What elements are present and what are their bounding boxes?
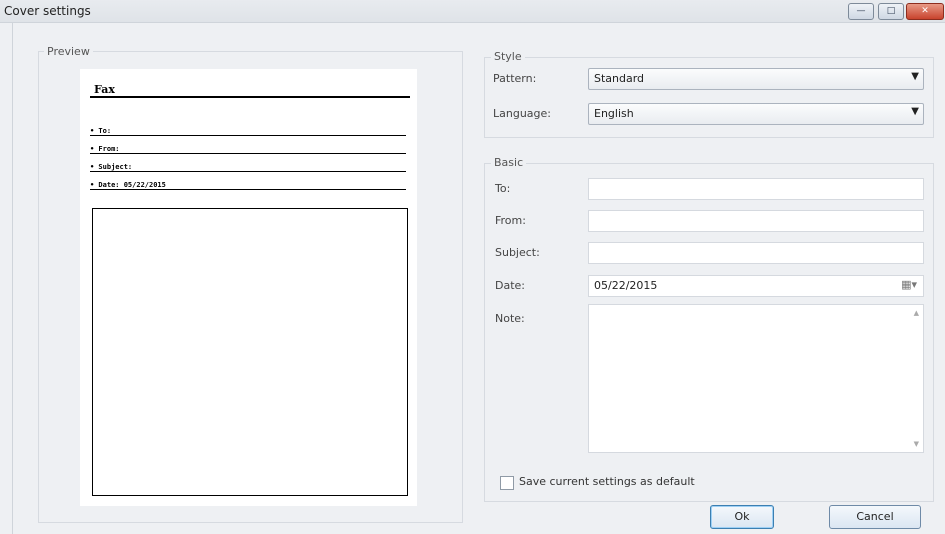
close-button[interactable]: ✕ — [906, 3, 944, 20]
title-bar: Cover settings — □ ✕ — [0, 0, 945, 23]
pattern-dropdown[interactable]: Standard ▼ — [588, 68, 924, 90]
note-label: Note: — [495, 312, 525, 325]
cancel-button[interactable]: Cancel — [829, 505, 921, 529]
preview-line-subject — [90, 161, 406, 172]
preview-doc-title: Fax — [94, 83, 115, 96]
preview-line-from — [90, 143, 406, 154]
preview-field-to: • To: — [90, 127, 112, 135]
fax-preview-page: Fax • To: • From: • Subject: • Date: 05/… — [80, 69, 417, 506]
save-default-label[interactable]: Save current settings as default — [519, 475, 695, 488]
language-value: English — [594, 107, 634, 120]
scroll-up-icon[interactable]: ▲ — [914, 309, 919, 317]
scroll-down-icon[interactable]: ▼ — [914, 440, 919, 448]
window-title: Cover settings — [4, 4, 91, 18]
preview-group-label: Preview — [44, 45, 93, 58]
from-field[interactable] — [588, 210, 924, 232]
date-value: 05/22/2015 — [594, 279, 658, 292]
note-textarea[interactable]: ▲ ▼ — [588, 304, 924, 453]
to-label: To: — [495, 182, 511, 195]
basic-group-label: Basic — [491, 156, 527, 169]
maximize-button[interactable]: □ — [878, 3, 904, 20]
pattern-value: Standard — [594, 72, 645, 85]
save-default-checkbox[interactable] — [500, 476, 514, 490]
language-dropdown[interactable]: English ▼ — [588, 103, 924, 125]
minimize-button[interactable]: — — [848, 3, 874, 20]
calendar-icon[interactable]: ▦▾ — [901, 278, 917, 291]
pattern-label: Pattern: — [493, 72, 537, 85]
preview-field-subject: • Subject: — [90, 163, 133, 171]
preview-title-rule — [90, 96, 410, 98]
from-label: From: — [495, 214, 526, 227]
date-picker[interactable]: 05/22/2015 ▦▾ — [588, 275, 924, 297]
to-field[interactable] — [588, 178, 924, 200]
preview-field-date: • Date: 05/22/2015 — [90, 181, 166, 189]
date-label: Date: — [495, 279, 525, 292]
preview-note-box — [92, 208, 408, 496]
chevron-down-icon: ▼ — [911, 106, 919, 117]
language-label: Language: — [493, 107, 551, 120]
ok-button[interactable]: Ok — [710, 505, 774, 529]
subject-field[interactable] — [588, 242, 924, 264]
preview-field-from: • From: — [90, 145, 120, 153]
style-group-label: Style — [491, 50, 525, 63]
window-left-border — [12, 23, 13, 534]
subject-label: Subject: — [495, 246, 540, 259]
preview-line-to — [90, 125, 406, 136]
chevron-down-icon: ▼ — [911, 71, 919, 82]
